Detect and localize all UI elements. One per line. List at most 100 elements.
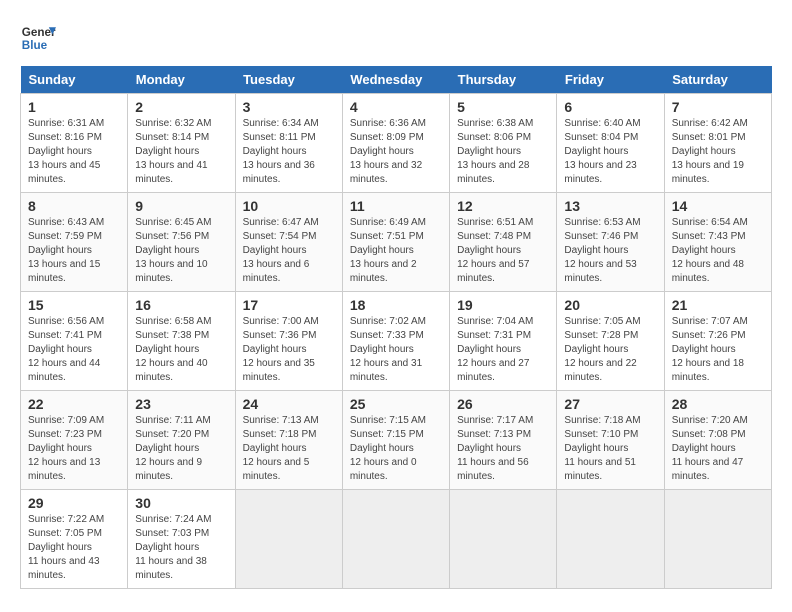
day-info: Sunrise: 7:15 AM Sunset: 7:15 PM Dayligh… <box>350 414 442 484</box>
logo: General Blue <box>20 20 56 56</box>
day-header-monday: Monday <box>128 66 235 94</box>
day-info: Sunrise: 7:00 AM Sunset: 7:36 PM Dayligh… <box>243 315 335 385</box>
page-header: General Blue <box>20 20 772 56</box>
calendar-cell: 10 Sunrise: 6:47 AM Sunset: 7:54 PM Dayl… <box>235 193 342 292</box>
calendar-cell <box>342 490 449 589</box>
calendar-cell: 22 Sunrise: 7:09 AM Sunset: 7:23 PM Dayl… <box>21 391 128 490</box>
day-number: 11 <box>350 198 442 214</box>
calendar-cell: 25 Sunrise: 7:15 AM Sunset: 7:15 PM Dayl… <box>342 391 449 490</box>
day-info: Sunrise: 6:53 AM Sunset: 7:46 PM Dayligh… <box>564 216 656 286</box>
day-number: 3 <box>243 99 335 115</box>
calendar-cell: 21 Sunrise: 7:07 AM Sunset: 7:26 PM Dayl… <box>664 292 771 391</box>
day-number: 8 <box>28 198 120 214</box>
calendar-cell: 24 Sunrise: 7:13 AM Sunset: 7:18 PM Dayl… <box>235 391 342 490</box>
day-number: 18 <box>350 297 442 313</box>
day-info: Sunrise: 6:40 AM Sunset: 8:04 PM Dayligh… <box>564 117 656 187</box>
day-info: Sunrise: 6:51 AM Sunset: 7:48 PM Dayligh… <box>457 216 549 286</box>
day-number: 19 <box>457 297 549 313</box>
day-info: Sunrise: 7:17 AM Sunset: 7:13 PM Dayligh… <box>457 414 549 484</box>
logo-icon: General Blue <box>20 20 56 56</box>
day-number: 13 <box>564 198 656 214</box>
calendar-cell: 27 Sunrise: 7:18 AM Sunset: 7:10 PM Dayl… <box>557 391 664 490</box>
day-number: 9 <box>135 198 227 214</box>
day-info: Sunrise: 6:45 AM Sunset: 7:56 PM Dayligh… <box>135 216 227 286</box>
day-info: Sunrise: 6:58 AM Sunset: 7:38 PM Dayligh… <box>135 315 227 385</box>
calendar-cell: 5 Sunrise: 6:38 AM Sunset: 8:06 PM Dayli… <box>450 94 557 193</box>
calendar-cell: 11 Sunrise: 6:49 AM Sunset: 7:51 PM Dayl… <box>342 193 449 292</box>
week-row-3: 15 Sunrise: 6:56 AM Sunset: 7:41 PM Dayl… <box>21 292 772 391</box>
day-number: 2 <box>135 99 227 115</box>
calendar-cell: 18 Sunrise: 7:02 AM Sunset: 7:33 PM Dayl… <box>342 292 449 391</box>
day-number: 22 <box>28 396 120 412</box>
day-header-sunday: Sunday <box>21 66 128 94</box>
day-number: 17 <box>243 297 335 313</box>
calendar-cell: 9 Sunrise: 6:45 AM Sunset: 7:56 PM Dayli… <box>128 193 235 292</box>
calendar-cell: 15 Sunrise: 6:56 AM Sunset: 7:41 PM Dayl… <box>21 292 128 391</box>
day-number: 28 <box>672 396 764 412</box>
day-info: Sunrise: 7:24 AM Sunset: 7:03 PM Dayligh… <box>135 513 227 583</box>
calendar-cell: 26 Sunrise: 7:17 AM Sunset: 7:13 PM Dayl… <box>450 391 557 490</box>
day-number: 12 <box>457 198 549 214</box>
day-info: Sunrise: 6:56 AM Sunset: 7:41 PM Dayligh… <box>28 315 120 385</box>
day-info: Sunrise: 6:38 AM Sunset: 8:06 PM Dayligh… <box>457 117 549 187</box>
day-number: 1 <box>28 99 120 115</box>
day-number: 27 <box>564 396 656 412</box>
day-number: 20 <box>564 297 656 313</box>
week-row-4: 22 Sunrise: 7:09 AM Sunset: 7:23 PM Dayl… <box>21 391 772 490</box>
day-number: 7 <box>672 99 764 115</box>
calendar-cell: 19 Sunrise: 7:04 AM Sunset: 7:31 PM Dayl… <box>450 292 557 391</box>
day-header-saturday: Saturday <box>664 66 771 94</box>
day-number: 25 <box>350 396 442 412</box>
calendar-cell: 28 Sunrise: 7:20 AM Sunset: 7:08 PM Dayl… <box>664 391 771 490</box>
svg-text:Blue: Blue <box>22 39 48 52</box>
day-info: Sunrise: 7:18 AM Sunset: 7:10 PM Dayligh… <box>564 414 656 484</box>
day-header-wednesday: Wednesday <box>342 66 449 94</box>
day-number: 23 <box>135 396 227 412</box>
header-row: SundayMondayTuesdayWednesdayThursdayFrid… <box>21 66 772 94</box>
day-info: Sunrise: 6:47 AM Sunset: 7:54 PM Dayligh… <box>243 216 335 286</box>
calendar-cell: 2 Sunrise: 6:32 AM Sunset: 8:14 PM Dayli… <box>128 94 235 193</box>
day-number: 14 <box>672 198 764 214</box>
day-info: Sunrise: 6:36 AM Sunset: 8:09 PM Dayligh… <box>350 117 442 187</box>
calendar-table: SundayMondayTuesdayWednesdayThursdayFrid… <box>20 66 772 589</box>
calendar-cell <box>664 490 771 589</box>
day-info: Sunrise: 7:04 AM Sunset: 7:31 PM Dayligh… <box>457 315 549 385</box>
day-info: Sunrise: 7:05 AM Sunset: 7:28 PM Dayligh… <box>564 315 656 385</box>
day-info: Sunrise: 6:31 AM Sunset: 8:16 PM Dayligh… <box>28 117 120 187</box>
day-number: 26 <box>457 396 549 412</box>
calendar-cell: 29 Sunrise: 7:22 AM Sunset: 7:05 PM Dayl… <box>21 490 128 589</box>
calendar-cell: 12 Sunrise: 6:51 AM Sunset: 7:48 PM Dayl… <box>450 193 557 292</box>
day-number: 16 <box>135 297 227 313</box>
day-info: Sunrise: 6:54 AM Sunset: 7:43 PM Dayligh… <box>672 216 764 286</box>
calendar-cell: 14 Sunrise: 6:54 AM Sunset: 7:43 PM Dayl… <box>664 193 771 292</box>
day-number: 30 <box>135 495 227 511</box>
day-info: Sunrise: 7:22 AM Sunset: 7:05 PM Dayligh… <box>28 513 120 583</box>
calendar-cell <box>557 490 664 589</box>
day-info: Sunrise: 6:34 AM Sunset: 8:11 PM Dayligh… <box>243 117 335 187</box>
calendar-cell: 6 Sunrise: 6:40 AM Sunset: 8:04 PM Dayli… <box>557 94 664 193</box>
day-header-tuesday: Tuesday <box>235 66 342 94</box>
day-info: Sunrise: 7:07 AM Sunset: 7:26 PM Dayligh… <box>672 315 764 385</box>
calendar-cell: 20 Sunrise: 7:05 AM Sunset: 7:28 PM Dayl… <box>557 292 664 391</box>
calendar-cell: 8 Sunrise: 6:43 AM Sunset: 7:59 PM Dayli… <box>21 193 128 292</box>
day-info: Sunrise: 6:42 AM Sunset: 8:01 PM Dayligh… <box>672 117 764 187</box>
week-row-1: 1 Sunrise: 6:31 AM Sunset: 8:16 PM Dayli… <box>21 94 772 193</box>
calendar-cell: 3 Sunrise: 6:34 AM Sunset: 8:11 PM Dayli… <box>235 94 342 193</box>
calendar-cell: 23 Sunrise: 7:11 AM Sunset: 7:20 PM Dayl… <box>128 391 235 490</box>
week-row-2: 8 Sunrise: 6:43 AM Sunset: 7:59 PM Dayli… <box>21 193 772 292</box>
calendar-cell: 7 Sunrise: 6:42 AM Sunset: 8:01 PM Dayli… <box>664 94 771 193</box>
calendar-cell: 30 Sunrise: 7:24 AM Sunset: 7:03 PM Dayl… <box>128 490 235 589</box>
day-info: Sunrise: 7:20 AM Sunset: 7:08 PM Dayligh… <box>672 414 764 484</box>
day-info: Sunrise: 6:43 AM Sunset: 7:59 PM Dayligh… <box>28 216 120 286</box>
day-number: 21 <box>672 297 764 313</box>
day-number: 24 <box>243 396 335 412</box>
day-info: Sunrise: 7:09 AM Sunset: 7:23 PM Dayligh… <box>28 414 120 484</box>
calendar-cell: 16 Sunrise: 6:58 AM Sunset: 7:38 PM Dayl… <box>128 292 235 391</box>
day-number: 6 <box>564 99 656 115</box>
calendar-cell <box>235 490 342 589</box>
day-info: Sunrise: 6:49 AM Sunset: 7:51 PM Dayligh… <box>350 216 442 286</box>
day-number: 29 <box>28 495 120 511</box>
day-number: 5 <box>457 99 549 115</box>
calendar-cell <box>450 490 557 589</box>
day-header-friday: Friday <box>557 66 664 94</box>
